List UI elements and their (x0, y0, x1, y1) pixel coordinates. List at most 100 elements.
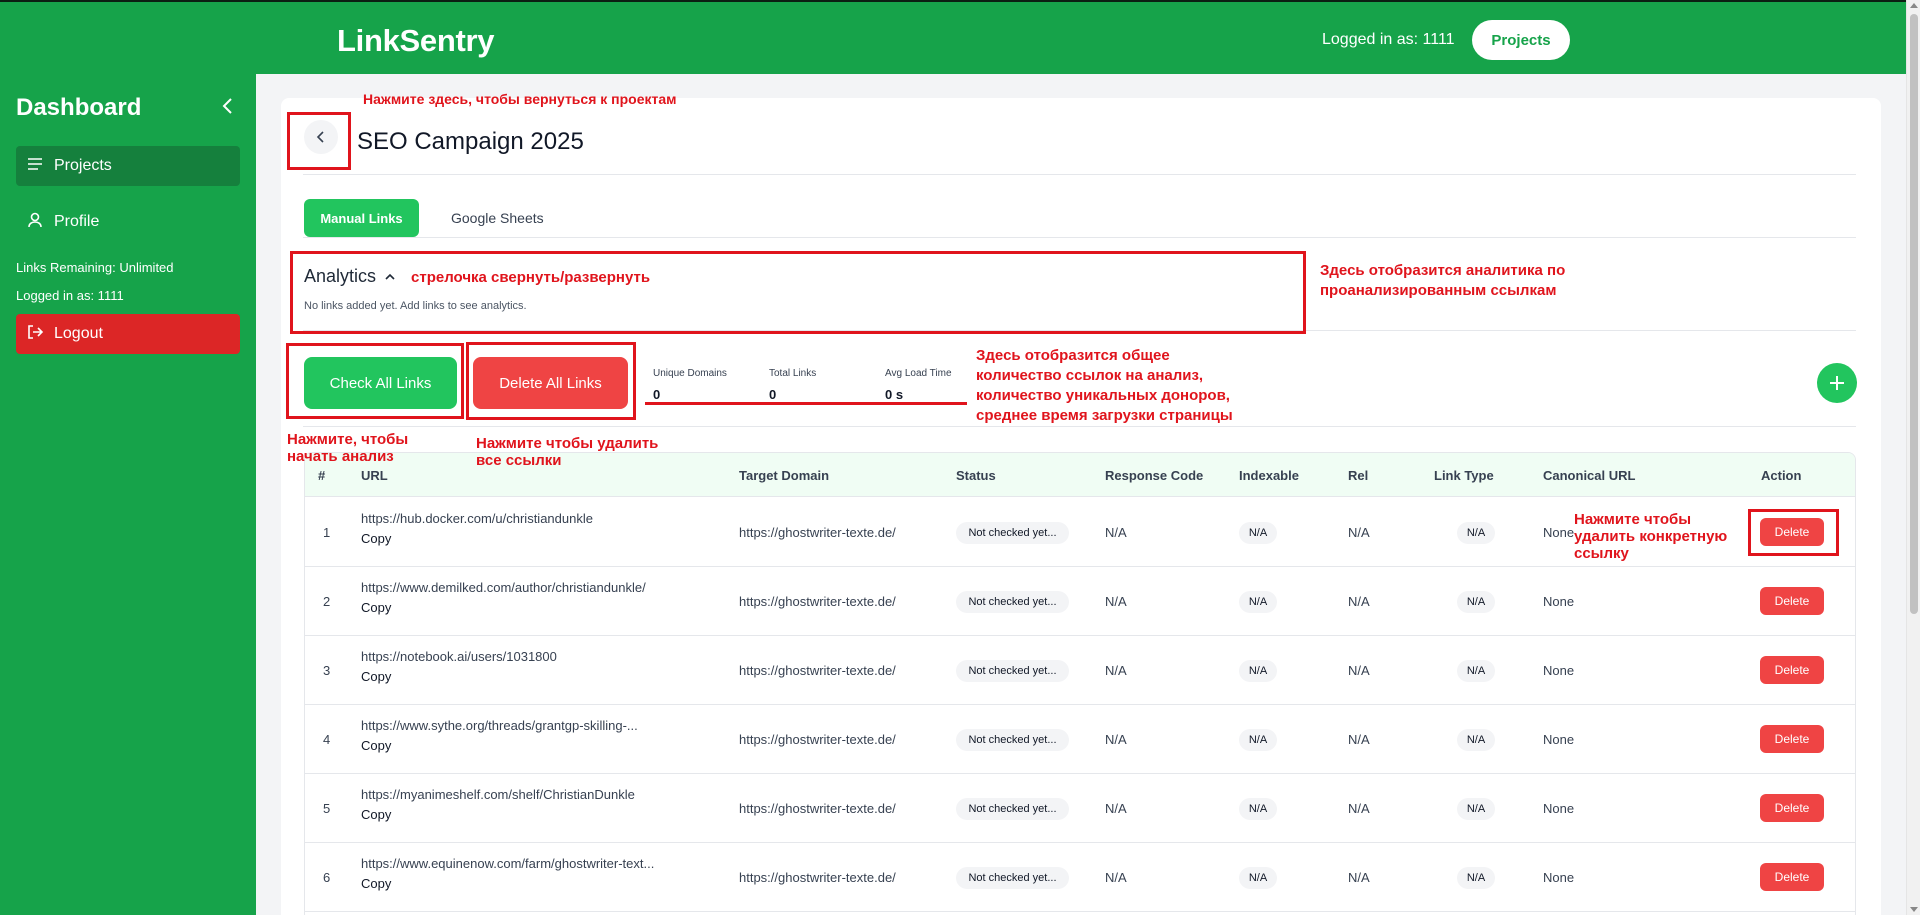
menu-icon (26, 155, 44, 178)
row-target-domain: https://ghostwriter-texte.de/ (739, 801, 896, 816)
link-type-badge: N/A (1457, 867, 1495, 889)
copy-link[interactable]: Copy (361, 807, 391, 822)
row-number: 2 (323, 594, 331, 609)
scrollbar-thumb[interactable] (1910, 14, 1918, 614)
row-rel: N/A (1348, 525, 1370, 540)
row-number: 1 (323, 525, 331, 540)
status-badge: Not checked yet... (956, 660, 1069, 682)
col-response-code: Response Code (1105, 468, 1204, 483)
row-rel: N/A (1348, 801, 1370, 816)
sidebar-item-profile[interactable]: Profile (16, 202, 240, 242)
copy-link[interactable]: Copy (361, 600, 391, 615)
stat-avg-load-time: Avg Load Time 0 s (885, 368, 952, 402)
stat-value: 0 (653, 387, 661, 402)
logout-icon (26, 323, 44, 346)
row-canonical: None (1543, 801, 1575, 816)
row-rel: N/A (1348, 663, 1370, 678)
row-rel: N/A (1348, 594, 1370, 609)
copy-link[interactable]: Copy (361, 876, 391, 891)
delete-button[interactable]: Delete (1760, 656, 1824, 684)
logout-label: Logout (54, 325, 103, 342)
delete-button[interactable]: Delete (1760, 518, 1824, 546)
sidebar-item-projects[interactable]: Projects (16, 146, 240, 186)
tab-manual-links[interactable]: Manual Links (304, 199, 419, 237)
status-badge: Not checked yet... (956, 867, 1069, 889)
table-row: 3 https://notebook.ai/users/1031800 Copy… (305, 636, 1855, 705)
row-number: 4 (323, 732, 331, 747)
col-indexable: Indexable (1239, 468, 1299, 483)
table-row: 5 https://myanimeshelf.com/shelf/Christi… (305, 774, 1855, 843)
row-response-code: N/A (1105, 594, 1127, 609)
delete-button[interactable]: Delete (1760, 863, 1824, 891)
projects-button[interactable]: Projects (1472, 20, 1570, 60)
col-url: URL (361, 468, 388, 483)
delete-button[interactable]: Delete (1760, 794, 1824, 822)
annotation-arrow: стрелочка свернуть/развернуть (411, 269, 651, 286)
row-target-domain: https://ghostwriter-texte.de/ (739, 525, 896, 540)
add-link-button[interactable] (1817, 363, 1857, 403)
row-number: 6 (323, 870, 331, 885)
scroll-down-arrow-icon[interactable] (1910, 907, 1918, 912)
links-remaining: Links Remaining: Unlimited (16, 260, 174, 275)
sidebar-item-label: Profile (54, 213, 100, 230)
row-target-domain: https://ghostwriter-texte.de/ (739, 732, 896, 747)
back-button[interactable] (304, 120, 338, 154)
divider (303, 426, 1856, 427)
scroll-up-arrow-icon[interactable] (1910, 3, 1918, 8)
copy-link[interactable]: Copy (361, 531, 391, 546)
row-url[interactable]: https://myanimeshelf.com/shelf/Christian… (361, 787, 635, 802)
delete-button[interactable]: Delete (1760, 725, 1824, 753)
row-canonical: None (1543, 525, 1575, 540)
copy-link[interactable]: Copy (361, 738, 391, 753)
delete-all-links-button[interactable]: Delete All Links (473, 357, 628, 409)
col-action: Action (1761, 468, 1802, 483)
annotation-delete-all: Нажмите чтобы удалить все ссылки (476, 435, 659, 469)
indexable-badge: N/A (1239, 591, 1277, 613)
divider (303, 330, 1856, 331)
divider (303, 174, 1856, 175)
col-target-domain: Target Domain (739, 468, 830, 483)
annotation-underline-stats (645, 402, 967, 405)
indexable-badge: N/A (1239, 798, 1277, 820)
link-type-badge: N/A (1457, 660, 1495, 682)
sidebar: Dashboard Projects Profile Links Remaini… (0, 74, 256, 915)
row-url[interactable]: https://hub.docker.com/u/christiandunkle (361, 511, 593, 526)
indexable-badge: N/A (1239, 729, 1277, 751)
row-response-code: N/A (1105, 870, 1127, 885)
sidebar-collapse-chevron-icon[interactable] (218, 96, 238, 116)
row-response-code: N/A (1105, 732, 1127, 747)
annotation-analytics: Здесь отобразится аналитика по проанализ… (1320, 262, 1566, 299)
brand-logo[interactable]: LinkSentry (337, 23, 495, 59)
col-canonical-url: Canonical URL (1543, 468, 1636, 483)
row-canonical: None (1543, 663, 1575, 678)
row-url[interactable]: https://www.demilked.com/author/christia… (361, 580, 646, 595)
check-all-links-button[interactable]: Check All Links (304, 357, 457, 409)
sidebar-title: Dashboard (16, 94, 142, 121)
chevron-left-icon (316, 131, 324, 143)
status-badge: Not checked yet... (956, 798, 1069, 820)
analytics-header[interactable]: Analytics (304, 266, 396, 287)
col-status: Status (956, 468, 996, 483)
vertical-scrollbar[interactable] (1906, 0, 1920, 915)
stat-label: Avg Load Time (885, 368, 952, 379)
annotation-stats: Здесь отобразится общее количество ссыло… (976, 347, 1233, 424)
row-url[interactable]: https://notebook.ai/users/1031800 (361, 649, 557, 664)
row-url[interactable]: https://www.equinenow.com/farm/ghostwrit… (361, 856, 654, 871)
row-response-code: N/A (1105, 525, 1127, 540)
logout-button[interactable]: Logout (16, 314, 240, 354)
col-number: # (318, 468, 326, 483)
delete-button[interactable]: Delete (1760, 587, 1824, 615)
chevron-up-icon[interactable] (384, 271, 396, 283)
row-canonical: None (1543, 732, 1575, 747)
stat-unique-domains: Unique Domains 0 (653, 368, 727, 402)
indexable-badge: N/A (1239, 867, 1277, 889)
stat-value: 0 (769, 387, 777, 402)
copy-link[interactable]: Copy (361, 669, 391, 684)
analytics-empty-text: No links added yet. Add links to see ana… (304, 300, 527, 312)
logged-in-label: Logged in as: 1111 (1322, 31, 1455, 48)
status-badge: Not checked yet... (956, 591, 1069, 613)
row-url[interactable]: https://www.sythe.org/threads/grantgp-sk… (361, 718, 638, 733)
indexable-badge: N/A (1239, 522, 1277, 544)
row-target-domain: https://ghostwriter-texte.de/ (739, 663, 896, 678)
tab-google-sheets[interactable]: Google Sheets (451, 210, 544, 226)
